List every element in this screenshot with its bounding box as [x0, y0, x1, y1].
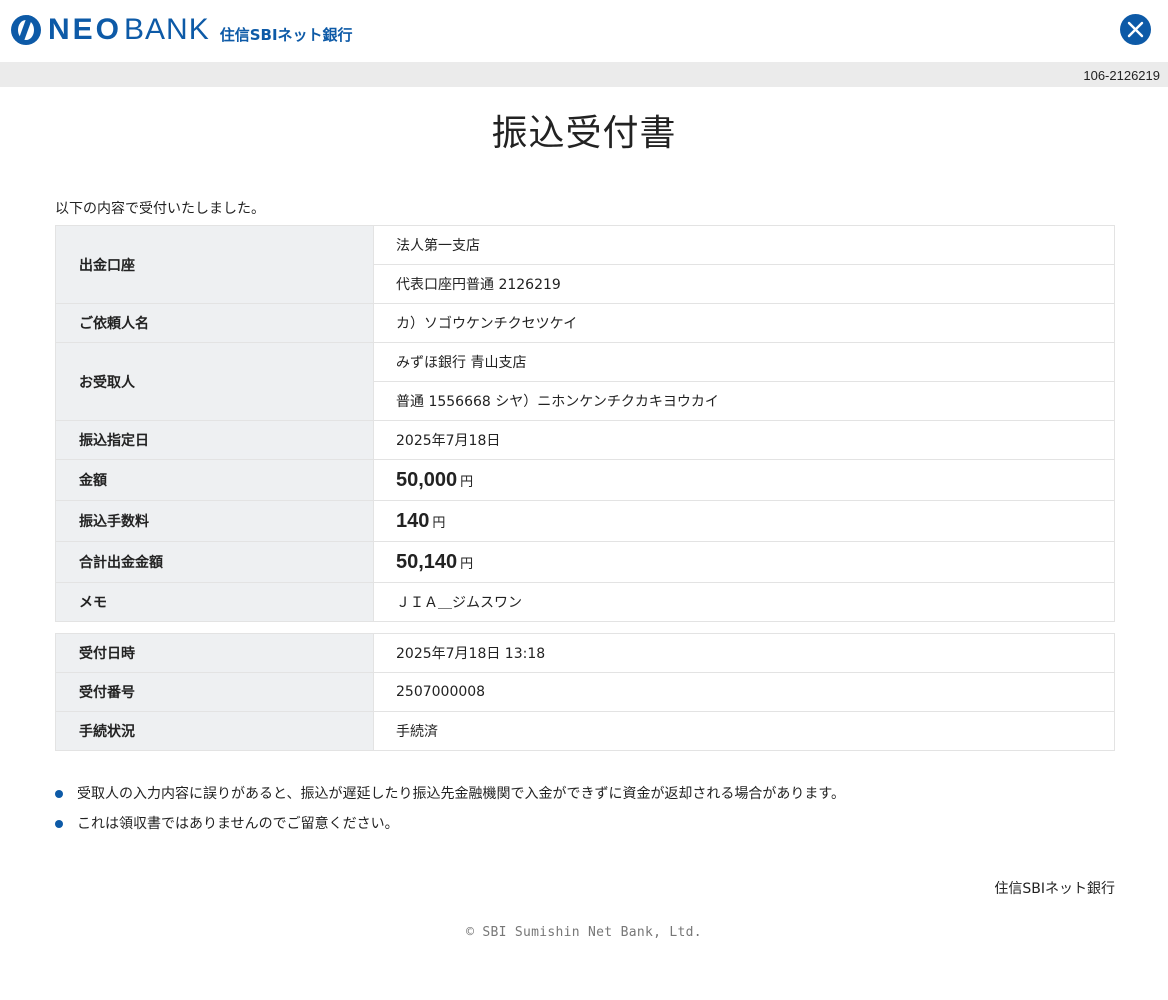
withdrawal-branch: 法人第一支店 [373, 225, 1115, 265]
memo-value: ＪＩＡ＿ジムスワン [373, 582, 1115, 622]
neobank-logo: NEO BANK 住信SBIネット銀行 [11, 13, 353, 47]
transfer-details-table: 出金口座 法人第一支店 代表口座円普通 2126219 ご依頼人名 カ）ソゴウケ… [55, 225, 1115, 622]
header: NEO BANK 住信SBIネット銀行 [0, 0, 1168, 62]
table-row: 合計出金金額 50,140 円 [55, 541, 1115, 583]
note-item: これは領収書ではありませんのでご留意ください。 [55, 813, 1168, 843]
close-button[interactable] [1120, 14, 1151, 45]
bank-signature: 住信SBIネット銀行 [994, 881, 1115, 897]
requester-label: ご依頼人名 [55, 303, 374, 343]
fee-value: 140 [396, 509, 430, 532]
table-row: 振込指定日 2025年7月18日 [55, 420, 1115, 460]
transfer-date-value: 2025年7月18日 [373, 420, 1115, 460]
logo-neo-text: NEO [48, 13, 123, 46]
notes-list: 受取人の入力内容に誤りがあると、振込が遅延したり振込先金融機関で入金ができずに資… [55, 783, 1168, 843]
receipt-info-table: 受付日時 2025年7月18日 13:18 受付番号 2507000008 手続… [55, 633, 1115, 751]
total-label: 合計出金金額 [55, 541, 374, 583]
copyright: © SBI Sumishin Net Bank, Ltd. [466, 925, 702, 940]
account-number: 106-2126219 [1083, 68, 1160, 83]
withdrawal-account: 代表口座円普通 2126219 [373, 264, 1115, 304]
status-label: 手続状況 [55, 711, 374, 751]
recipient-account: 普通 1556668 シヤ）ニホンケンチクカキヨウカイ [373, 381, 1115, 421]
receipt-number-label: 受付番号 [55, 672, 374, 712]
table-row: 金額 50,000 円 [55, 459, 1115, 501]
table-row: 受付日時 2025年7月18日 13:18 [55, 633, 1115, 673]
total-cell: 50,140 円 [373, 541, 1115, 583]
memo-label: メモ [55, 582, 374, 622]
table-row: 手続状況 手続済 [55, 711, 1115, 751]
requester-value: カ）ソゴウケンチクセツケイ [373, 303, 1115, 343]
intro-text: 以下の内容で受付いたしました。 [55, 201, 265, 217]
recipient-bank: みずほ銀行 青山支店 [373, 342, 1115, 382]
logo-bank-text: BANK [124, 13, 210, 46]
page-title: 振込受付書 [491, 113, 677, 154]
recipient-label: お受取人 [55, 342, 374, 421]
table-row: お受取人 みずほ銀行 青山支店 [55, 342, 1115, 421]
received-at-label: 受付日時 [55, 633, 374, 673]
table-row: 振込手数料 140 円 [55, 500, 1115, 542]
received-at-value: 2025年7月18日 13:18 [373, 633, 1115, 673]
total-value: 50,140 [396, 550, 458, 573]
withdrawal-account-label: 出金口座 [55, 225, 374, 304]
yen-unit: 円 [460, 474, 474, 490]
transfer-date-label: 振込指定日 [55, 420, 374, 460]
table-row: ご依頼人名 カ）ソゴウケンチクセツケイ [55, 303, 1115, 343]
note-item: 受取人の入力内容に誤りがあると、振込が遅延したり振込先金融機関で入金ができずに資… [55, 783, 1168, 813]
amount-label: 金額 [55, 459, 374, 501]
table-row: 受付番号 2507000008 [55, 672, 1115, 712]
table-row: メモ ＪＩＡ＿ジムスワン [55, 582, 1115, 622]
account-bar: 106-2126219 [0, 62, 1168, 87]
table-row: 出金口座 法人第一支店 [55, 225, 1115, 304]
receipt-number-value: 2507000008 [373, 672, 1115, 712]
status-value: 手続済 [373, 711, 1115, 751]
yen-unit: 円 [460, 556, 474, 572]
fee-cell: 140 円 [373, 500, 1115, 542]
logo-sub-text: 住信SBIネット銀行 [219, 25, 353, 44]
fee-label: 振込手数料 [55, 500, 374, 542]
amount-value: 50,000 [396, 468, 458, 491]
amount-cell: 50,000 円 [373, 459, 1115, 501]
neobank-logo-icon [11, 15, 41, 45]
close-icon [1127, 21, 1144, 38]
yen-unit: 円 [432, 515, 446, 531]
